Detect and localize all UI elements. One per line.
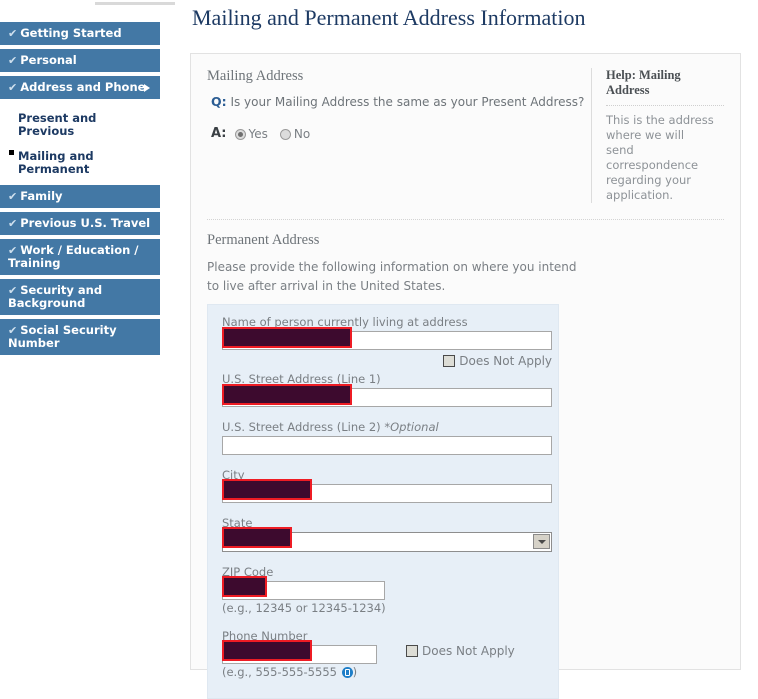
sidebar-item-security-and-background[interactable]: ✔Security and Background [0,279,160,315]
radio-yes[interactable] [235,129,246,140]
radio-no-label[interactable]: No [294,126,310,142]
field-street-line-1: U.S. Street Address (Line 1) [222,372,544,407]
mailing-question-row: Q: Is your Mailing Address the same as y… [211,94,585,110]
field-label: U.S. Street Address (Line 2) *Optional [222,420,544,435]
field-label: ZIP Code [222,565,544,580]
does-not-apply-phone-checkbox[interactable] [406,645,418,657]
help-title: Help: Mailing Address [606,68,724,98]
permanent-address-intro: Please provide the following information… [207,258,577,296]
field-state: State [222,516,544,552]
mailing-answer-row: A: Yes No [211,126,585,142]
mailing-question-text: Is your Mailing Address the same as your… [230,95,584,109]
redaction-overlay [222,384,352,405]
mailing-and-help-row: Mailing Address Q: Is your Mailing Addre… [207,68,724,203]
chevron-right-icon [144,84,150,92]
street-line-2-input[interactable] [222,436,552,455]
sidebar-item-personal[interactable]: ✔Personal [0,49,160,72]
answer-marker: A: [211,126,227,142]
sidebar-item-label: Family [20,189,62,203]
sidebar-item-label: Getting Started [20,26,121,40]
redaction-overlay [222,527,292,548]
sidebar-item-address-and-phone[interactable]: ✔Address and Phone [0,76,160,99]
radio-no[interactable] [280,129,291,140]
does-not-apply-phone-label[interactable]: Does Not Apply [422,644,515,658]
form-panel: Mailing Address Q: Is your Mailing Addre… [190,53,741,670]
mailing-address-heading: Mailing Address [207,68,585,85]
main-content: Mailing and Permanent Address Informatio… [190,0,758,33]
check-icon: ✔ [8,190,17,203]
sidebar-item-social-security-number[interactable]: ✔Social Security Number [0,319,160,355]
zip-code-hint: (e.g., 12345 or 12345-1234) [222,601,544,616]
sidebar-navigation: ✔Getting Started ✔Personal ✔Address and … [0,22,160,359]
sidebar-item-family[interactable]: ✔Family [0,185,160,208]
sidebar-item-previous-us-travel[interactable]: ✔Previous U.S. Travel [0,212,160,235]
check-icon: ✔ [8,54,17,67]
sidebar-item-label: Security and Background [8,283,102,310]
field-street-line-2: U.S. Street Address (Line 2) *Optional [222,420,544,455]
permanent-address-form: Name of person currently living at addre… [207,304,559,699]
sidebar-item-label: Address and Phone [20,80,145,94]
check-icon: ✔ [8,27,17,40]
permanent-address-heading: Permanent Address [207,232,724,249]
field-label-text: U.S. Street Address (Line 2) [222,420,381,434]
sidebar-item-getting-started[interactable]: ✔Getting Started [0,22,160,45]
redaction-overlay [222,640,312,661]
page-title: Mailing and Permanent Address Informatio… [192,3,758,33]
help-body-text: This is the address where we will send c… [606,113,714,203]
redaction-overlay [222,327,352,348]
sidebar-subitem-label: Mailing and Permanent [18,149,94,176]
sidebar-subitem-present-and-previous[interactable]: Present and Previous [0,106,160,144]
radio-yes-label[interactable]: Yes [249,126,268,142]
field-city: City [222,468,544,503]
field-phone-number: Phone Number (e.g., 555-555-5555 ) Does … [222,629,544,680]
check-icon: ✔ [8,81,17,94]
permanent-address-section: Permanent Address Please provide the fol… [207,220,724,699]
sidebar-item-label: Work / Education / Training [8,243,139,270]
top-divider-rule [95,2,175,5]
sidebar-subitem-label: Present and Previous [18,111,96,138]
sidebar-item-label: Personal [20,53,77,67]
does-not-apply-name-row: Does Not Apply [222,354,552,368]
question-marker: Q: [211,94,227,109]
field-name-of-person: Name of person currently living at addre… [222,315,544,350]
phone-hint-suffix: ) [353,665,358,679]
active-marker-icon [9,150,14,155]
does-not-apply-name-label[interactable]: Does Not Apply [459,354,552,368]
check-icon: ✔ [8,217,17,230]
help-divider [606,105,724,106]
redaction-overlay [222,576,267,597]
does-not-apply-name-checkbox[interactable] [443,355,455,367]
sidebar-item-work-education-training[interactable]: ✔Work / Education / Training [0,239,160,275]
does-not-apply-phone-row: Does Not Apply [406,644,515,658]
help-panel: Help: Mailing Address This is the addres… [591,68,724,203]
sidebar-item-label: Previous U.S. Travel [20,216,150,230]
phone-hint-text: (e.g., 555-555-5555 [222,665,341,679]
field-label-optional: *Optional [384,420,438,434]
sidebar-item-label: Social Security Number [8,323,117,350]
field-zip-code: ZIP Code (e.g., 12345 or 12345-1234) [222,565,544,616]
redaction-overlay [222,479,312,500]
sidebar-subitem-mailing-and-permanent[interactable]: Mailing and Permanent [0,144,160,182]
mailing-address-section: Mailing Address Q: Is your Mailing Addre… [207,68,585,203]
chevron-down-icon[interactable] [533,534,550,549]
